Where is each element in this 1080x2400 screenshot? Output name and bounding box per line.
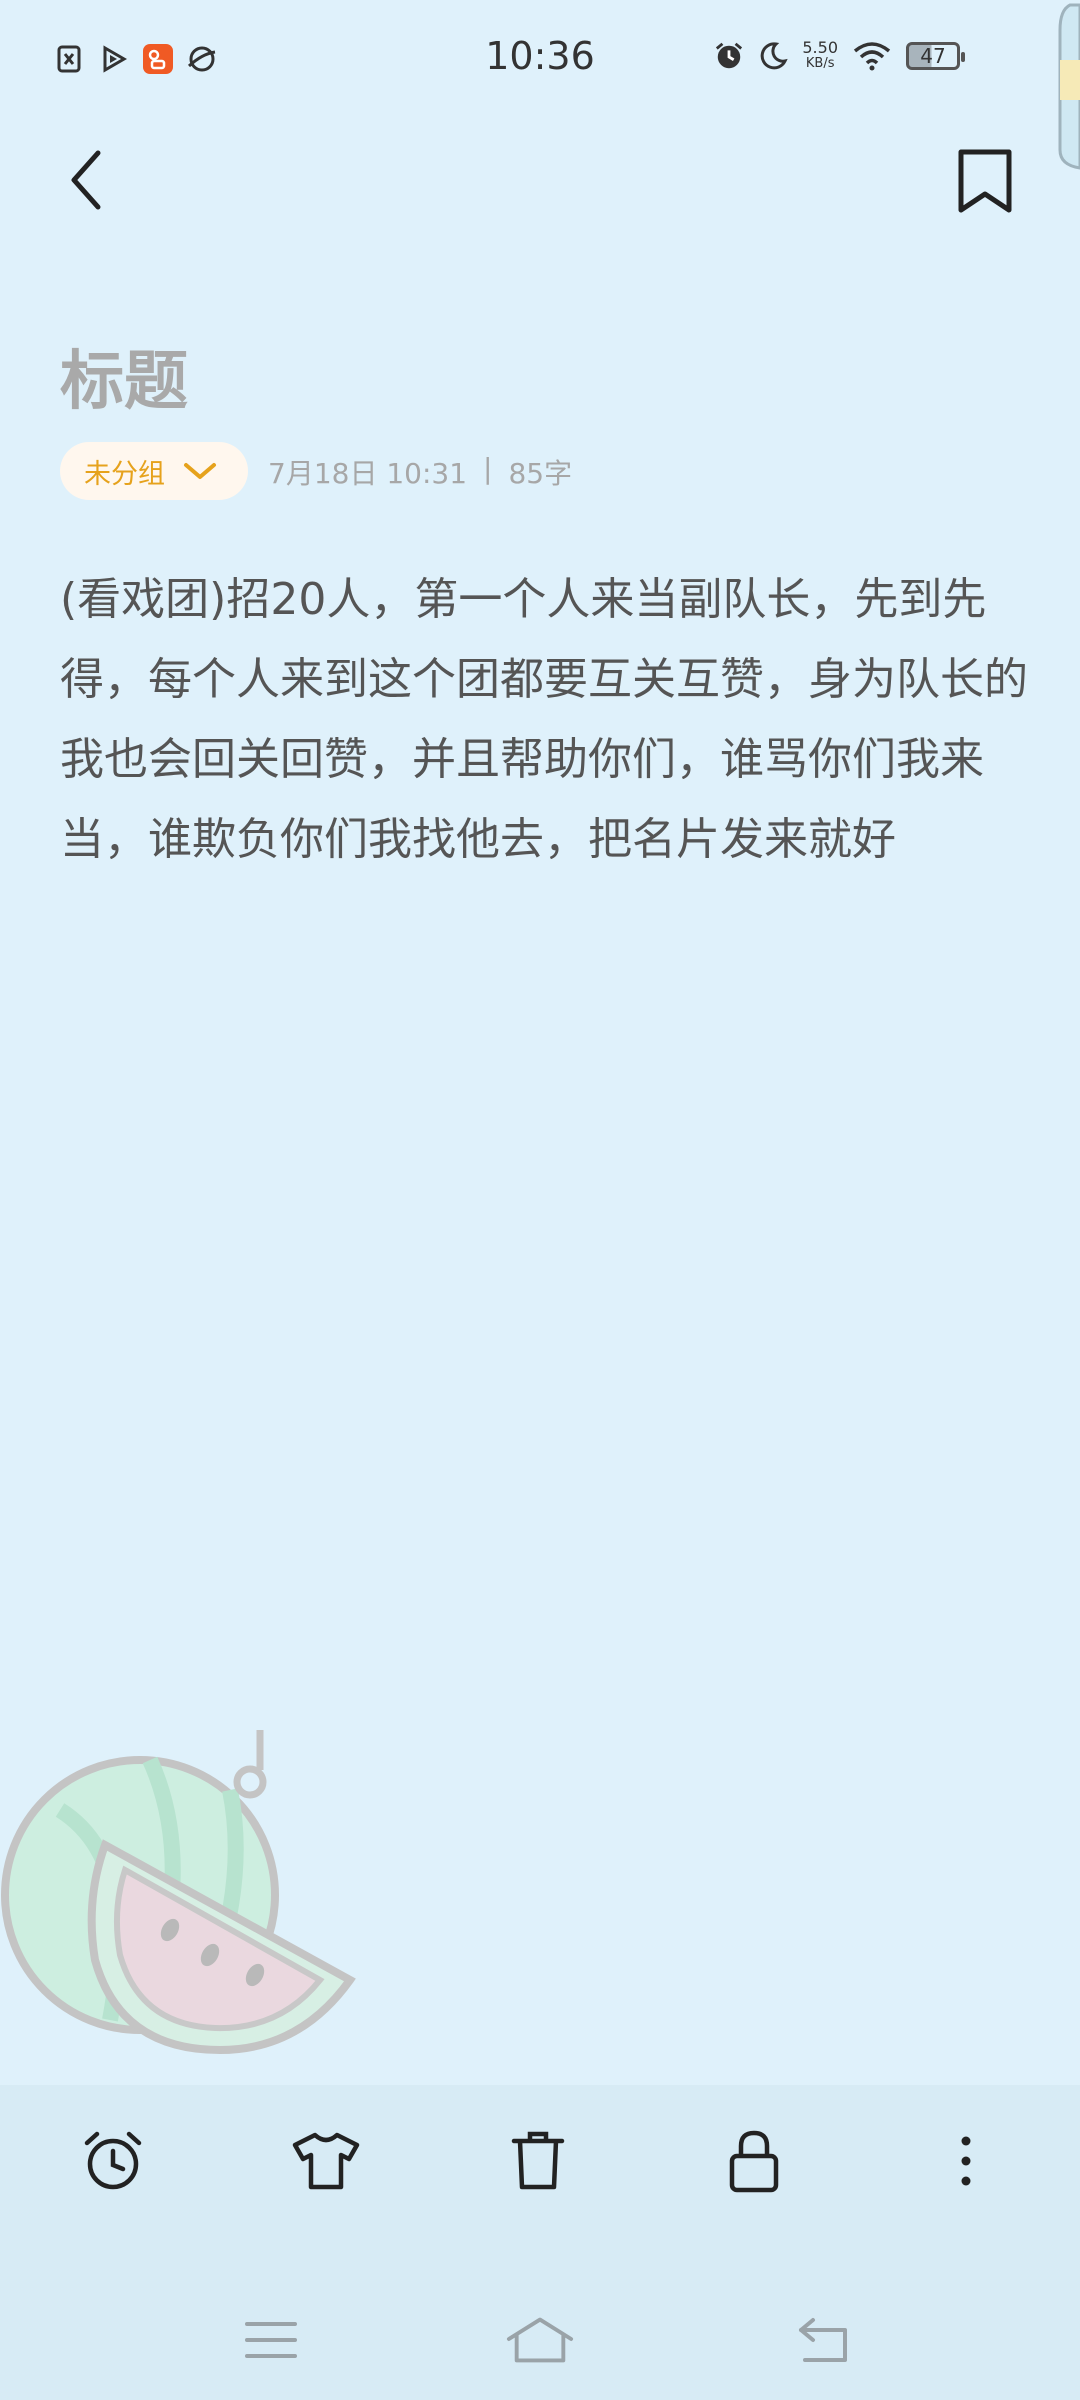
back-button[interactable] [66,145,126,215]
network-speed-unit: KB/s [805,56,835,71]
bookmark-icon [958,149,1012,213]
alarm-icon [84,2131,142,2190]
meta-separator: | [483,452,493,485]
return-icon [799,2318,847,2362]
shirt-icon [292,2132,360,2190]
word-count: 85字 [508,457,573,490]
network-speed: 5.50 KB/s [802,40,838,72]
watermelon-decoration-icon [1,1730,356,2055]
network-speed-value: 5.50 [802,38,838,57]
moon-icon [758,41,789,71]
wifi-icon [852,41,892,71]
lock-button[interactable] [714,2121,794,2201]
status-bar: 10:36 5.50 KB/s 47 [0,0,1080,170]
trash-icon [511,2131,565,2190]
delete-button[interactable] [498,2121,578,2201]
chevron-down-icon [184,463,216,479]
more-icon [961,2136,971,2186]
theme-button[interactable] [286,2121,366,2201]
bottle-decoration-icon [1058,3,1080,170]
note-title[interactable]: 标题 [60,330,188,422]
reminder-button[interactable] [73,2121,153,2201]
note-date: 7月18日 10:31 [268,457,468,490]
nav-home-button[interactable] [505,2310,575,2370]
note-content[interactable]: (看戏团)招20人，第一个人来当副队长，先到先得，每个人来到这个团都要互关互赞，… [60,560,1030,880]
alarm-status-icon [714,41,744,71]
menu-icon [245,2322,297,2358]
group-label: 未分组 [84,458,165,490]
home-icon [506,2317,574,2363]
group-selector[interactable]: 未分组 [60,442,248,500]
more-options-button[interactable] [926,2121,1006,2201]
nav-back-button[interactable] [788,2310,858,2370]
back-arrow-icon [71,150,101,210]
bookmark-button[interactable] [955,148,1015,218]
note-meta: 7月18日 10:31 | 85字 [268,452,572,492]
nav-menu-button[interactable] [236,2310,306,2370]
battery-indicator: 47 [906,42,965,70]
bottom-toolbar [0,2085,1080,2400]
lock-icon [729,2130,779,2193]
